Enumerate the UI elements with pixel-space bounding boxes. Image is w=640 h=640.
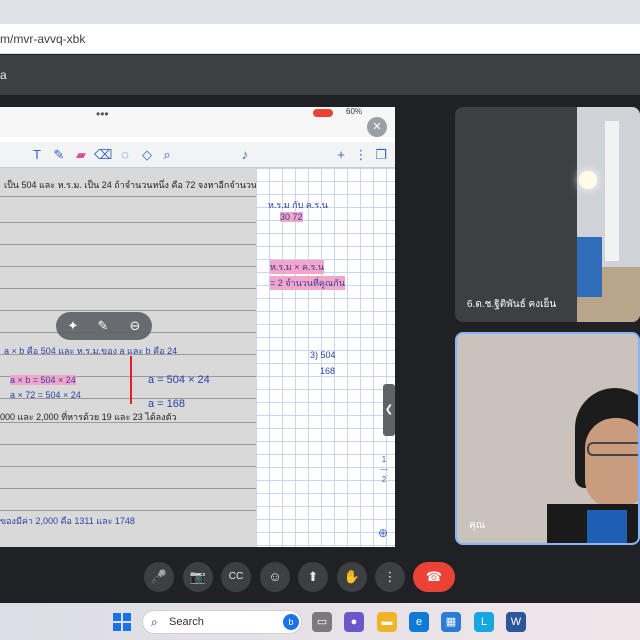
self-name: คุณ	[469, 520, 485, 531]
pen-off-icon[interactable]: ✎	[94, 317, 112, 335]
search-icon: ⌕	[151, 615, 158, 629]
emoji-button[interactable]: ☺	[260, 562, 290, 592]
learning-app-icon[interactable]: L	[474, 612, 494, 632]
highlighter-tool-icon[interactable]: ▰	[72, 146, 90, 164]
add-page-icon[interactable]: +	[332, 146, 350, 164]
page-number-1: 1	[381, 455, 387, 464]
microphone-tool-icon[interactable]: ♪	[236, 146, 254, 164]
grid-note-1: ห.ร.ม กับ ค.ร.น	[268, 200, 328, 210]
participant-name: 6.ด.ช.ฐิติพันธ์ คงเย็น	[467, 299, 557, 310]
meeting-title: a	[0, 68, 7, 82]
handwriting-line-2: a × b = 504 × 24	[10, 375, 76, 385]
page-menu-icon[interactable]: ⋮	[352, 146, 370, 164]
divider-stroke	[130, 356, 132, 404]
edge-browser-icon[interactable]: e	[409, 612, 429, 632]
pen-tool-icon[interactable]: ✎	[50, 146, 68, 164]
page-indicator[interactable]: 1—2	[378, 455, 390, 485]
pin-off-icon[interactable]: ✦	[64, 317, 82, 335]
self-view-tile[interactable]: คุณ	[455, 332, 640, 545]
handwriting-line-5: a = 168	[148, 398, 186, 410]
word-app-icon[interactable]: W	[506, 612, 526, 632]
handwriting-line-3: a × 72 = 504 × 24	[10, 390, 81, 400]
chat-app-icon[interactable]: ●	[344, 612, 364, 632]
tablet-status-bar: ••• 60% ✕	[0, 107, 395, 137]
shapes-tool-icon[interactable]: ◇	[138, 146, 156, 164]
end-call-button[interactable]: ☎	[413, 562, 455, 592]
text-tool-icon[interactable]: T	[28, 146, 46, 164]
grid-note-5: 3) 504	[310, 350, 336, 360]
zoom-icon[interactable]: ⊕	[375, 526, 391, 542]
handwriting-line-4: a = 504 × 24	[148, 374, 210, 386]
address-bar[interactable]: m/mvr-avvq-xbk	[0, 24, 640, 54]
graph-paper: ห.ร.ม กับ ค.ร.น 30 72 ห.ร.ม × ค.ร.น = 2 …	[256, 168, 395, 547]
grid-note-2: 30 72	[280, 212, 303, 222]
search-tool-icon[interactable]: ⌕	[158, 146, 176, 164]
url-text[interactable]: m/mvr-avvq-xbk	[0, 32, 85, 46]
participant-video	[577, 107, 640, 322]
task-view-icon[interactable]: ▭	[312, 612, 332, 632]
handwriting-line-6: ของมีค่า 2,000 คือ 1311 และ 1748	[0, 516, 135, 526]
multitask-dots-icon: •••	[96, 107, 109, 121]
more-options-button[interactable]: ⋮	[375, 562, 405, 592]
minus-circle-icon[interactable]: ⊖	[126, 317, 144, 335]
camera-button[interactable]: 📷	[183, 562, 213, 592]
side-panel-handle[interactable]: ❮	[383, 384, 395, 436]
search-label: Search	[169, 616, 204, 628]
grid-note-4: = 2 จำนวนที่คูณกัน	[270, 276, 345, 290]
participant-tile[interactable]: 6.ด.ช.ฐิติพันธ์ คงเย็น	[455, 107, 640, 322]
mic-muted-icon: ✕	[367, 117, 387, 137]
file-explorer-icon[interactable]: ▬	[377, 612, 397, 632]
raise-hand-button[interactable]: ✋	[337, 562, 367, 592]
grid-note-6: 168	[320, 366, 336, 376]
page-number-2: 2	[381, 475, 387, 484]
worksheet-photo: เป็น 504 และ ห.ร.ม. เป็น 24 ถ้าจำนวนหนึ่…	[0, 168, 256, 547]
annotation-float-bar: ✦ ✎ ⊖	[56, 312, 152, 340]
handwriting-line-1: a × b คือ 504 และ ห.ร.ม.ของ a และ b คือ …	[4, 346, 178, 356]
grid-note-3: ห.ร.ม × ค.ร.น	[270, 260, 324, 274]
bing-icon: b	[283, 614, 299, 630]
eraser-tool-icon[interactable]: ⌫	[94, 146, 112, 164]
pages-overview-icon[interactable]: ❐	[372, 146, 390, 164]
windows-start-icon[interactable]	[113, 613, 131, 631]
mic-button[interactable]: 🎤	[144, 562, 174, 592]
present-button[interactable]: ⬆	[298, 562, 328, 592]
meet-header: a	[0, 55, 640, 95]
browser-tab-strip	[0, 0, 640, 24]
notes-toolbar: T ✎ ▰ ⌫ ◌ ◇ ⌕ ♪ + ⋮ ❐	[0, 142, 395, 168]
windows-taskbar: ⌕ Search b ▭ ● ▬ e ▦ L W	[0, 603, 640, 640]
taskbar-search[interactable]: ⌕ Search b	[142, 610, 302, 634]
lasso-tool-icon[interactable]: ◌	[116, 146, 134, 164]
recording-indicator	[313, 109, 333, 117]
meeting-controls: 🎤 📷 CC ☺ ⬆ ✋ ⋮ ☎	[0, 552, 640, 602]
problem-text-2: 000 และ 2,000 ที่หารด้วย 19 และ 23 ได้ลง…	[0, 412, 177, 422]
store-icon[interactable]: ▦	[441, 612, 461, 632]
problem-text: เป็น 504 และ ห.ร.ม. เป็น 24 ถ้าจำนวนหนึ่…	[4, 180, 256, 190]
battery-level: 60%	[346, 107, 363, 116]
captions-button[interactable]: CC	[221, 562, 251, 592]
